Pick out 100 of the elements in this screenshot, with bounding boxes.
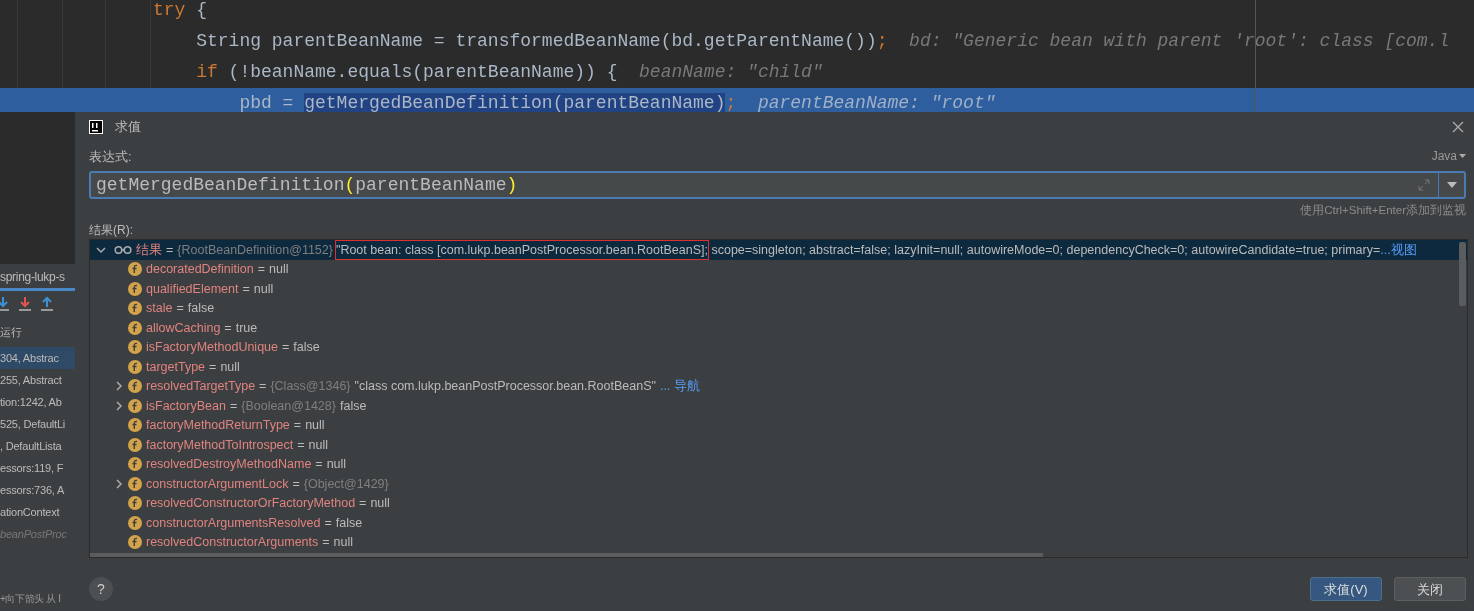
equals-sign: = (324, 514, 332, 532)
stack-frame[interactable]: essors:119, F (0, 457, 75, 479)
field-value: false (339, 397, 367, 415)
field-name: factoryMethodReturnType (146, 417, 290, 435)
field-icon (128, 535, 142, 550)
field-value: false (335, 514, 363, 532)
field-icon (128, 437, 142, 452)
equals-sign: = (259, 378, 267, 396)
field-value: null (333, 534, 354, 552)
field-value: null (370, 495, 390, 513)
equals-sign: = (297, 436, 305, 454)
stack-frame[interactable]: 255, Abstract (0, 369, 75, 391)
stack-frame[interactable]: , DefaultLista (0, 435, 75, 457)
field-icon (128, 515, 142, 530)
step-into-icon[interactable] (18, 296, 32, 312)
equals-sign: = (257, 261, 266, 279)
collapse-icon[interactable] (96, 244, 106, 255)
field-name: isFactoryMethodUnique (146, 339, 278, 357)
field-value: null (305, 417, 325, 435)
field-value: null (326, 456, 347, 474)
equals-sign: = (176, 300, 184, 318)
field-icon (128, 496, 142, 511)
stack-frame[interactable]: 304, Abstrac (0, 347, 75, 369)
equals-sign: = (224, 319, 232, 337)
code-line: if (!beanName.equals(parentBeanName)) { (196, 61, 618, 84)
result-label: 结果(R): (89, 222, 134, 240)
glasses-icon (114, 244, 132, 255)
inline-value-hint: parentBeanName: "root" (757, 92, 996, 112)
inline-value-hint: beanName: "child" (639, 61, 823, 84)
close-button[interactable]: 关闭 (1394, 577, 1466, 602)
dialog-title: 求值 (115, 118, 141, 137)
field-name: qualifiedElement (146, 280, 239, 298)
equals-sign: = (282, 339, 290, 357)
field-name: isFactoryBean (146, 397, 226, 415)
help-button[interactable]: ? (89, 577, 113, 602)
field-name: targetType (146, 358, 206, 376)
field-icon (128, 281, 142, 296)
step-into-icon[interactable] (0, 296, 10, 312)
type-label: {Class@1346} (270, 378, 351, 396)
field-name: resolvedDestroyMethodName (146, 456, 312, 474)
field-icon (128, 476, 142, 491)
field-name: constructorArgumentsResolved (146, 514, 321, 532)
equals-sign: = (166, 241, 174, 259)
field-name: resolvedConstructorOrFactoryMethod (146, 495, 356, 513)
field-value: false (293, 339, 320, 357)
field-value: "class com.lukp.beanPostProcessor.bean.RootBeanS" (354, 378, 656, 396)
type-label: {Boolean@1428} (241, 397, 336, 415)
stack-frame[interactable]: 525, DefaultLi (0, 413, 75, 435)
equals-sign: = (292, 475, 300, 493)
field-name: factoryMethodToIntrospect (146, 436, 294, 454)
field-icon (128, 340, 142, 355)
value-text: "Root bean: class [com.lukp.beanPostProcessor.bean.RootBeanS]; (335, 240, 708, 260)
field-icon (128, 359, 142, 374)
field-icon (128, 418, 142, 433)
variable-name: 结果 (136, 241, 162, 259)
field-icon (128, 262, 142, 277)
evaluate-button[interactable]: 求值(V) (1310, 577, 1382, 602)
tree-row[interactable] (90, 240, 1467, 260)
field-name: resolvedTargetType (146, 378, 256, 396)
stack-frame[interactable]: ationContext (0, 501, 75, 523)
field-label: 表达式: (89, 147, 132, 166)
app-logo-icon (89, 119, 103, 134)
type-label: {RootBeanDefinition@1152} (177, 241, 333, 259)
field-icon (128, 301, 142, 316)
equals-sign: = (209, 358, 217, 376)
equals-sign: = (315, 456, 323, 474)
field-icon (128, 379, 142, 394)
thread-label: 运行 (0, 324, 23, 340)
equals-sign: = (293, 417, 302, 435)
field-value: true (235, 319, 258, 337)
language-selector[interactable]: Java (1431, 147, 1466, 166)
caret-icon (1459, 154, 1466, 159)
equals-sign: = (359, 495, 367, 513)
code-line: String parentBeanName = transformedBeanName(bd.getParentName()); (196, 30, 888, 53)
field-value: null (253, 280, 274, 298)
close-button[interactable] (1452, 120, 1464, 133)
field-value: null (308, 436, 329, 454)
navigate-link[interactable]: ... 导航 (659, 377, 700, 396)
field-value: null (220, 358, 240, 376)
step-out-icon[interactable] (40, 296, 54, 312)
stack-frame[interactable]: essors:736, A (0, 479, 75, 501)
equals-sign: = (242, 280, 250, 298)
stack-frame[interactable]: tion:1242, Ab (0, 391, 75, 413)
caret-icon (1446, 182, 1457, 189)
scrollbar-thumb[interactable] (1459, 242, 1466, 307)
view-link[interactable]: ...视图 (1380, 240, 1417, 260)
field-value: null (269, 261, 289, 279)
inline-value-hint: bd: "Generic bean with parent 'root': class [com.l (909, 30, 1450, 53)
field-icon (128, 457, 142, 472)
field-name: resolvedConstructorArguments (146, 534, 319, 552)
field-name: stale (146, 300, 173, 318)
equals-sign: = (322, 534, 330, 552)
field-name: decoratedDefinition (146, 261, 254, 279)
type-label: {Object@1429} (303, 475, 389, 493)
shortcut-hint: 使用Ctrl+Shift+Enter添加到监视 (1299, 203, 1466, 219)
field-value: false (187, 300, 215, 318)
field-name: constructorArgumentLock (146, 475, 289, 493)
expression-field[interactable]: getMergedBeanDefinition(parentBeanName) (89, 171, 1466, 200)
status-hint: +向下箭头 从 I (0, 591, 62, 606)
equals-sign: = (229, 397, 238, 415)
